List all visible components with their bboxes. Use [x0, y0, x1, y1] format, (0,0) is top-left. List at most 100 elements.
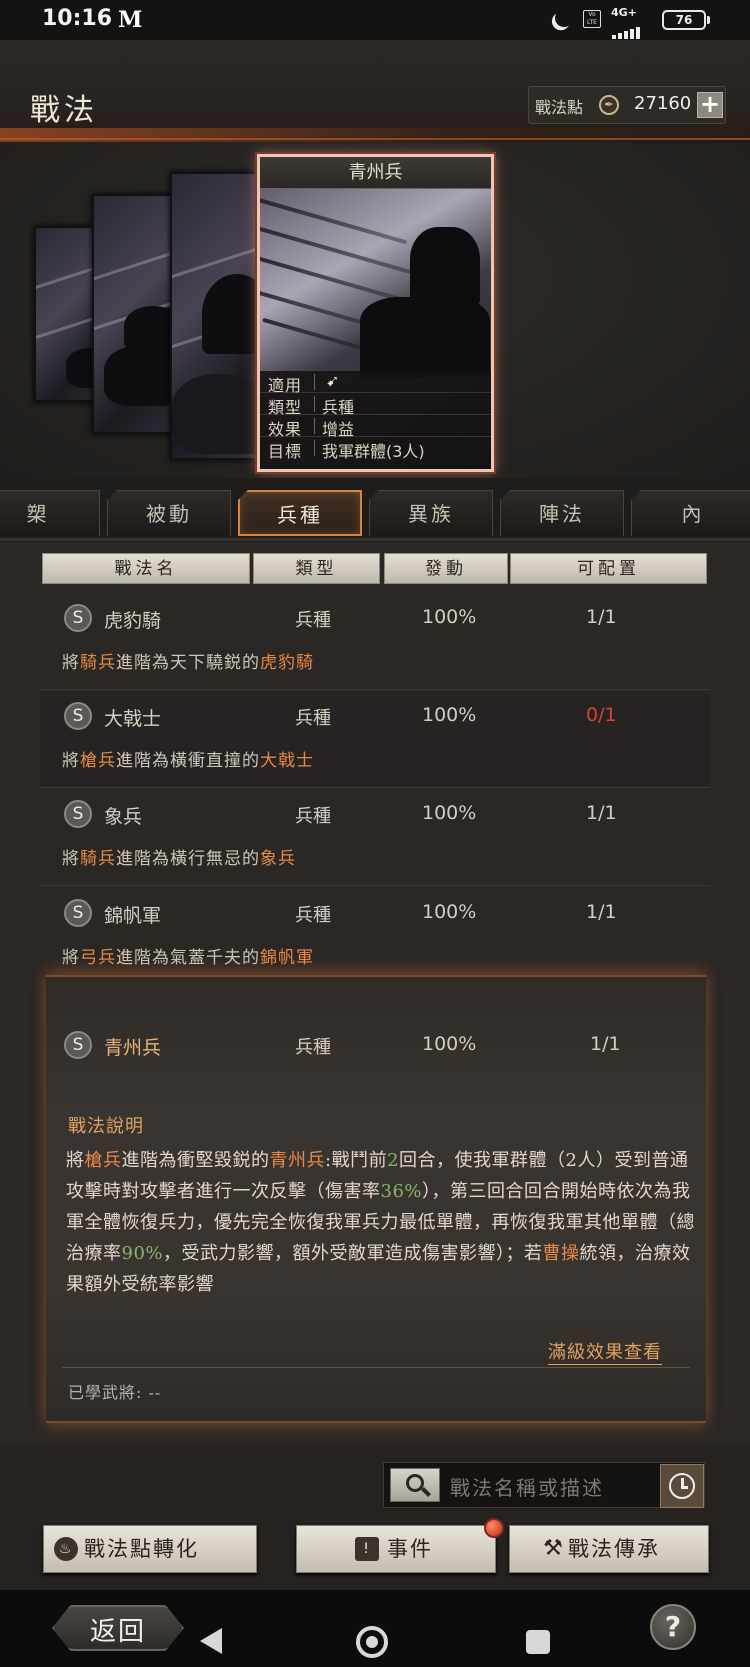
table-row[interactable]: S 象兵 兵種 100% 1/1 將騎兵進階為橫行無忌的象兵	[40, 790, 710, 886]
search-icon-handle	[421, 1487, 431, 1497]
battery-icon: 76	[662, 10, 706, 30]
network-type: 4G+	[611, 6, 637, 19]
column-header-type[interactable]: 類型	[253, 553, 380, 584]
status-time: 10:16	[42, 6, 113, 31]
card-info-panel: 適用 ➹ 類型 兵種 效果 增益 目標 我軍群體(3人)	[260, 371, 491, 469]
table-row[interactable]: S 大戟士 兵種 100% 0/1 將槍兵進階為橫衝直撞的大戟士	[40, 692, 710, 788]
tactic-type: 兵種	[295, 905, 331, 926]
clock-icon	[669, 1473, 695, 1499]
info-key: 目標	[268, 442, 303, 461]
tactic-rate: 100%	[422, 606, 477, 628]
tactic-slots: 1/1	[586, 802, 617, 824]
column-header-slots[interactable]: 可配置	[510, 553, 707, 584]
tactic-slots: 0/1	[586, 704, 617, 726]
grade-badge: S	[64, 1031, 92, 1059]
header-glow	[0, 128, 750, 142]
tactic-rate: 100%	[422, 704, 477, 726]
tactic-type: 兵種	[295, 1037, 331, 1058]
search-box[interactable]: 戰法名稱或描述	[383, 1462, 705, 1508]
tactic-type: 兵種	[295, 708, 331, 729]
tactic-rate: 100%	[422, 802, 477, 824]
battery-level: 76	[675, 13, 693, 27]
expanded-tactic-row[interactable]: S 青州兵 兵種 100% 1/1 戰法說明 將槍兵進階為衝堅毀鋭的青州兵:戰鬥…	[46, 975, 706, 1423]
category-tabs: 槊 被動 兵種 異族 陣法 內	[0, 478, 750, 542]
selected-tactic-card[interactable]: 青州兵 適用 ➹ 類型 兵種 效果 增益 目標 我軍群體(3人)	[257, 154, 494, 472]
signal-icon	[612, 20, 652, 39]
back-label: 返回	[90, 1617, 147, 1647]
tactic-description: 將槍兵進階為橫衝直撞的大戟士	[62, 751, 314, 771]
card-info-apply: 適用 ➹	[260, 371, 491, 395]
tactic-slots: 1/1	[586, 901, 617, 923]
card-title: 青州兵	[348, 162, 403, 183]
tactic-description: 將弓兵進階為氣蓋千夫的錦帆軍	[62, 948, 314, 968]
convert-points-button[interactable]: ♨ 戰法點轉化	[43, 1525, 257, 1573]
description-title: 戰法說明	[68, 1116, 144, 1137]
tab-divider	[0, 538, 750, 541]
tactic-name: 青州兵	[104, 1037, 162, 1059]
divider	[62, 1367, 690, 1368]
table-row[interactable]: S 虎豹騎 兵種 100% 1/1 將騎兵進階為天下驍鋭的虎豹騎	[40, 594, 710, 690]
tactic-rate: 100%	[422, 901, 477, 923]
full-level-effect-link[interactable]: 滿級效果查看	[548, 1338, 662, 1365]
card-title-bar: 青州兵	[260, 157, 491, 189]
mcdonalds-icon: M	[118, 7, 143, 33]
event-button[interactable]: ! 事件	[296, 1525, 496, 1573]
page-title: 戰法	[30, 93, 98, 128]
column-header-activation[interactable]: 發動	[384, 553, 508, 584]
inherit-tactic-button[interactable]: ⚒ 戰法傳承	[509, 1525, 709, 1573]
add-points-button[interactable]: +	[697, 92, 723, 118]
tactic-name: 象兵	[104, 806, 143, 828]
notification-dot	[484, 1518, 504, 1538]
tab-passive[interactable]: 被動	[107, 490, 231, 536]
tactic-type: 兵種	[295, 610, 331, 631]
battery-tip	[707, 16, 710, 24]
system-back-icon[interactable]	[200, 1628, 222, 1654]
description-text: 將槍兵進階為衝堅毀鋭的青州兵:戰鬥前2回合，使我軍群體（2人）受到普通攻擊時對攻…	[66, 1150, 695, 1295]
back-button[interactable]: 返回	[52, 1605, 184, 1651]
button-label: 戰法傳承	[568, 1537, 660, 1561]
button-label: 事件	[387, 1537, 433, 1561]
system-home-icon[interactable]	[356, 1626, 388, 1658]
tactic-rate: 100%	[422, 1033, 477, 1055]
info-value: 我軍群體(3人)	[322, 442, 425, 461]
grade-badge: S	[64, 800, 92, 828]
search-button[interactable]	[390, 1468, 440, 1502]
tab-left-partial[interactable]: 槊	[0, 490, 100, 536]
scroll-alert-icon: !	[355, 1537, 379, 1561]
card-info-target: 目標 我軍群體(3人)	[260, 437, 491, 461]
grade-badge: S	[64, 604, 92, 632]
flame-coin-icon: ♨	[54, 1537, 78, 1561]
search-input[interactable]: 戰法名稱或描述	[450, 1472, 604, 1501]
tactic-description: 將騎兵進階為天下驍鋭的虎豹騎	[62, 653, 314, 673]
hammer-icon: ⚒	[543, 1536, 565, 1561]
volte-icon: Vo LTE	[583, 10, 601, 28]
tab-formation[interactable]: 陣法	[500, 490, 624, 536]
tab-right-partial[interactable]: 內	[631, 490, 750, 536]
grade-badge: S	[64, 899, 92, 927]
card-info-effect: 效果 增益	[260, 415, 491, 439]
button-label: 戰法點轉化	[84, 1537, 199, 1561]
tactic-name: 虎豹騎	[104, 610, 162, 632]
tactic-name: 大戟士	[104, 708, 162, 730]
card-info-type: 類型 兵種	[260, 393, 491, 417]
tactic-slots: 1/1	[590, 1033, 621, 1055]
header: 戰法 戰法點 ✒ 27160 +	[0, 40, 750, 140]
system-recents-icon[interactable]	[526, 1630, 550, 1654]
grade-badge: S	[64, 702, 92, 730]
table-row[interactable]: S 錦帆軍 兵種 100% 1/1 將弓兵進階為氣蓋千夫的錦帆軍	[40, 889, 710, 985]
feather-coin-icon: ✒	[599, 95, 619, 115]
learned-generals: 已學武將: --	[68, 1383, 162, 1402]
tactic-description: 將騎兵進階為橫行無忌的象兵	[62, 849, 296, 869]
tab-foreign[interactable]: 異族	[369, 490, 493, 536]
tactic-points-value: 27160	[634, 93, 692, 114]
tactic-name: 錦帆軍	[104, 905, 162, 927]
history-button[interactable]	[660, 1464, 704, 1508]
tactic-slots: 1/1	[586, 606, 617, 628]
tactic-points-box: 戰法點 ✒ 27160 +	[528, 86, 726, 124]
tactic-type: 兵種	[295, 806, 331, 827]
help-button[interactable]: ?	[650, 1604, 696, 1650]
spear-icon: ➹	[326, 371, 340, 390]
tactic-points-label: 戰法點	[535, 98, 584, 117]
tab-troop-type[interactable]: 兵種	[238, 490, 362, 536]
column-header-name[interactable]: 戰法名	[42, 553, 250, 584]
